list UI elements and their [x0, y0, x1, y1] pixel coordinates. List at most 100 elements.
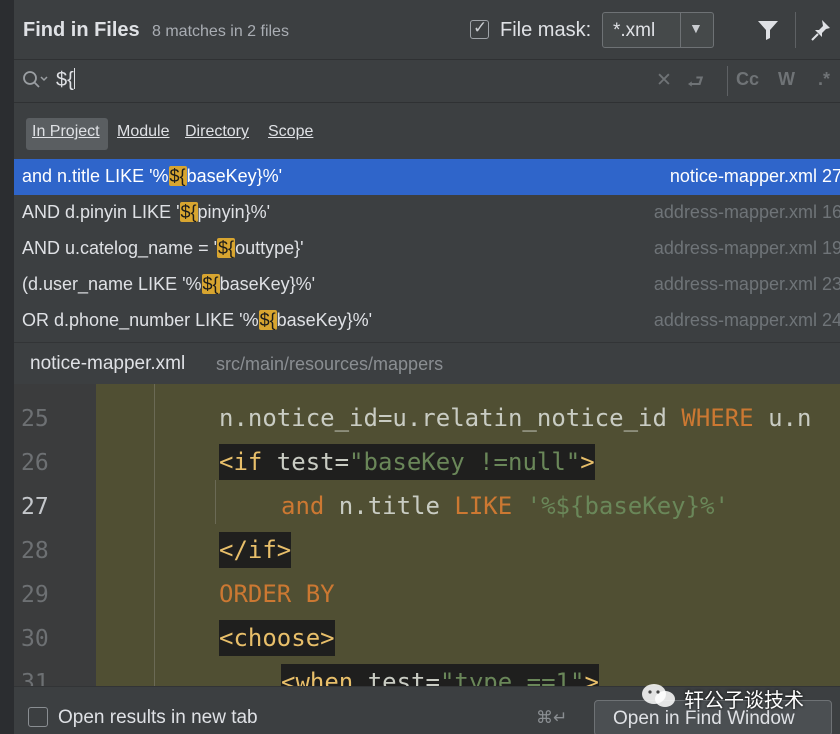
code-line-27: and n.title LIKE '%${baseKey}%': [281, 492, 729, 520]
line-number: 30: [21, 626, 49, 652]
result-row[interactable]: and n.title LIKE '%${baseKey}%' notice-m…: [14, 159, 840, 195]
whole-words-toggle[interactable]: W: [778, 69, 795, 90]
file-mask-combobox[interactable]: *.xml ▼: [602, 12, 714, 48]
text-caret: [73, 68, 76, 89]
code-token: <choose>: [219, 620, 335, 656]
code-tag-highlight: <if test="baseKey !=null">: [219, 444, 595, 480]
search-options-divider: [727, 66, 728, 96]
shortcut-hint: ⌘↵: [536, 708, 568, 727]
open-in-new-tab-checkbox[interactable]: [28, 707, 48, 727]
code-line-31: <when test="type ==1">: [281, 664, 599, 686]
result-text: AND d.pinyin LIKE '${pinyin}%': [22, 202, 270, 223]
code-token: </if>: [219, 532, 292, 568]
match-highlight: ${: [217, 238, 236, 258]
indent-guide: [154, 384, 155, 686]
scope-tabs: In Project Module Directory Scope: [14, 101, 840, 159]
match-highlight: ${: [168, 166, 187, 186]
popup-header: Find in Files 8 matches in 2 files ✓ Fil…: [14, 0, 840, 60]
code-token: "baseKey !=null": [349, 448, 581, 476]
result-suffix: pinyin}%': [197, 202, 271, 222]
find-in-files-popup: Find in Files 8 matches in 2 files ✓ Fil…: [14, 0, 840, 734]
match-highlight: ${: [179, 202, 198, 222]
result-file: address-mapper.xml 23: [653, 274, 840, 294]
line-number: 27: [21, 494, 49, 520]
code-token: >: [584, 668, 599, 686]
file-mask-label: File mask:: [500, 19, 592, 41]
result-row[interactable]: AND u.catelog_name = '${outtype}' addres…: [14, 231, 840, 267]
match-case-toggle[interactable]: Cc: [736, 69, 759, 90]
result-suffix: baseKey}%': [219, 274, 316, 294]
preview-file-name: notice-mapper.xml: [30, 353, 186, 374]
result-prefix: AND d.pinyin LIKE ': [22, 202, 180, 222]
results-list: and n.title LIKE '%${baseKey}%' notice-m…: [14, 159, 840, 342]
code-token: LIKE: [454, 492, 513, 520]
result-file: address-mapper.xml 16: [653, 202, 840, 222]
watermark: 轩公子谈技术: [640, 682, 804, 712]
clear-icon[interactable]: ✕: [656, 69, 672, 92]
code-line-29: ORDER BY: [219, 580, 335, 608]
line-number: 31: [21, 670, 49, 686]
result-row[interactable]: AND d.pinyin LIKE '${pinyin}%' address-m…: [14, 195, 840, 231]
code-line-25: n.notice_id=u.relatin_notice_id WHERE u.…: [219, 404, 811, 432]
result-text: AND u.catelog_name = '${outtype}': [22, 238, 304, 259]
result-suffix: baseKey}%': [186, 166, 283, 186]
header-divider: [795, 12, 796, 48]
result-row[interactable]: (d.user_name LIKE '%${baseKey}%' address…: [14, 267, 840, 303]
code-token: n.notice_id=u.relatin_notice_id: [219, 404, 682, 432]
result-file: notice-mapper.xml 27: [669, 166, 840, 186]
checkmark-icon: ✓: [473, 18, 488, 37]
code-token: <when: [281, 668, 368, 686]
search-query-text: ${: [56, 69, 74, 91]
line-number: 25: [21, 406, 49, 432]
code-token: "type ==1": [439, 668, 585, 686]
search-bar: ${ ✕ ⮐ Cc W .*: [14, 59, 840, 103]
code-preview[interactable]: 25 26 27 28 29 30 31 n.notice_id=u.relat…: [14, 384, 840, 686]
preview-file-path: src/main/resources/mappers: [216, 354, 444, 374]
code-token: <if: [219, 448, 277, 476]
code-token: test=: [367, 668, 440, 686]
pin-icon[interactable]: [809, 17, 835, 43]
file-mask-value[interactable]: *.xml: [613, 20, 655, 42]
search-input[interactable]: ${: [56, 68, 76, 92]
new-line-icon[interactable]: ⮐: [687, 68, 704, 100]
line-number: 26: [21, 450, 49, 476]
code-line-26: <if test="baseKey !=null">: [219, 444, 595, 480]
result-prefix: OR d.phone_number LIKE '%: [22, 310, 259, 330]
code-line-28: </if>: [219, 532, 292, 568]
code-token: n.title: [324, 492, 455, 520]
search-icon[interactable]: [22, 70, 48, 90]
tab-module[interactable]: Module: [117, 123, 169, 141]
file-mask-checkbox[interactable]: ✓: [470, 18, 489, 39]
result-text: (d.user_name LIKE '%${baseKey}%': [22, 274, 315, 295]
preview-file-bar: notice-mapper.xml src/main/resources/map…: [14, 342, 840, 385]
code-token: u.n: [753, 404, 812, 432]
code-tag-highlight: <when test="type ==1">: [281, 664, 599, 686]
popup-title: Find in Files: [23, 19, 140, 41]
chevron-down-icon[interactable]: ▼: [689, 20, 703, 36]
result-file: address-mapper.xml 19: [653, 238, 840, 258]
watermark-text: 轩公子谈技术: [684, 690, 804, 712]
code-token: test=: [276, 448, 350, 476]
match-highlight: ${: [201, 274, 220, 294]
tab-directory[interactable]: Directory: [185, 123, 249, 141]
regex-toggle[interactable]: .*: [818, 69, 830, 90]
line-number: 28: [21, 538, 49, 564]
line-number-gutter: 25 26 27 28 29 30 31: [14, 384, 96, 686]
match-count: 8 matches in 2 files: [152, 23, 289, 40]
code-token: WHERE: [681, 404, 754, 432]
indent-guide: [215, 480, 216, 524]
wechat-icon: [642, 684, 675, 707]
result-text: and n.title LIKE '%${baseKey}%': [22, 166, 282, 187]
tab-in-project[interactable]: In Project: [32, 123, 100, 141]
filter-icon[interactable]: [756, 18, 780, 42]
code-token: and: [281, 492, 325, 520]
tab-scope[interactable]: Scope: [268, 123, 313, 141]
code-line-30: <choose>: [219, 620, 335, 656]
open-in-new-tab-label[interactable]: Open results in new tab: [58, 707, 258, 729]
combo-separator: [680, 13, 681, 47]
result-suffix: baseKey}%': [276, 310, 373, 330]
result-suffix: outtype}': [235, 238, 304, 258]
code-token: '%${baseKey}%': [512, 492, 729, 520]
result-row[interactable]: OR d.phone_number LIKE '%${baseKey}%' ad…: [14, 303, 840, 339]
match-highlight: ${: [258, 310, 277, 330]
